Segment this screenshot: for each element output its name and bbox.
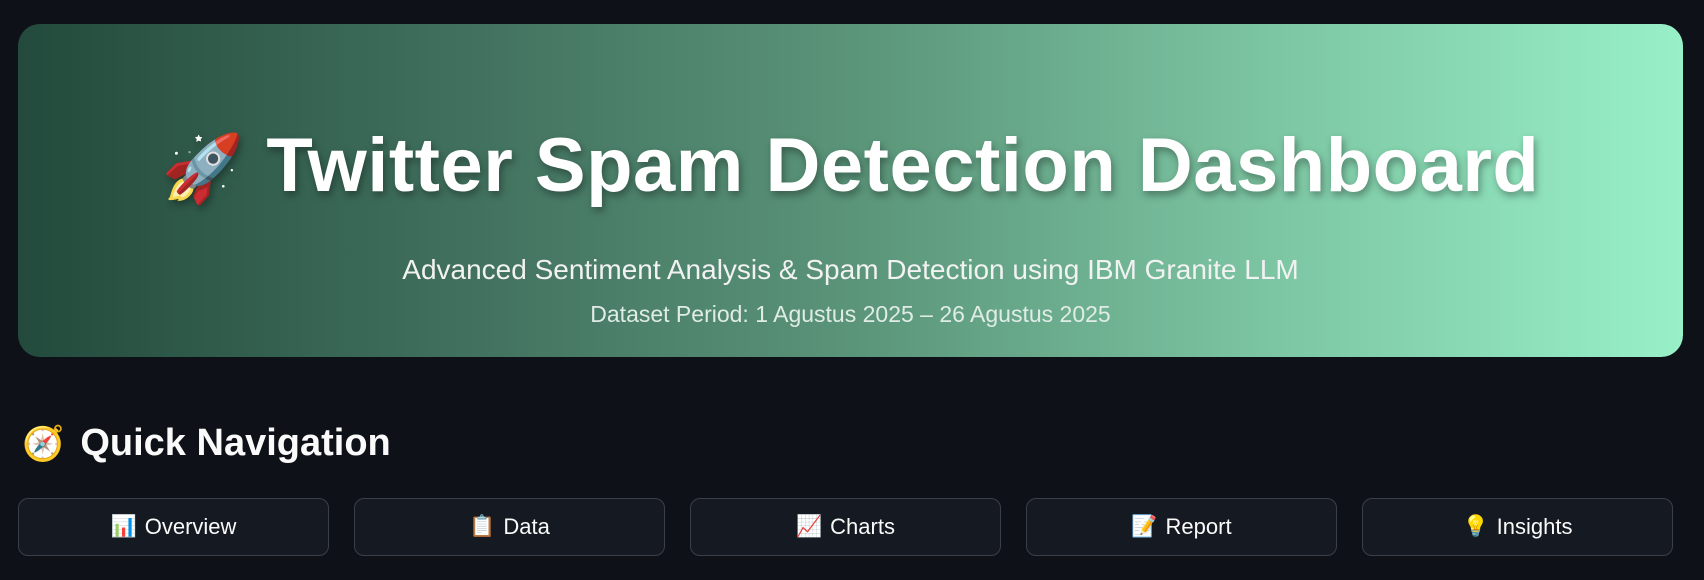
page-title: 🚀 Twitter Spam Detection Dashboard <box>18 122 1683 209</box>
report-button[interactable]: 📝 Report <box>1026 498 1337 556</box>
dataset-period: Dataset Period: 1 Agustus 2025 – 26 Agus… <box>590 301 1111 327</box>
header-banner: 🚀 Twitter Spam Detection Dashboard Advanc… <box>18 24 1683 357</box>
button-label: Insights <box>1496 514 1573 539</box>
button-label: Report <box>1165 514 1232 539</box>
memo-icon: 📝 <box>1131 515 1158 538</box>
button-label: Overview <box>144 514 237 539</box>
data-button[interactable]: 📋 Data <box>354 498 665 556</box>
quick-navigation-heading: 🧭 Quick Navigation <box>22 422 391 465</box>
clipboard-icon: 📋 <box>469 515 496 538</box>
quick-navigation: 📊 Overview 📋 Data 📈 Charts 📝 Report 💡 Insight… <box>18 498 1673 556</box>
heading-text: Quick Navigation <box>80 422 391 464</box>
bar-chart-icon: 📊 <box>110 515 137 538</box>
line-chart-icon: 📈 <box>796 515 823 538</box>
rocket-icon: 🚀 <box>161 131 245 205</box>
button-label: Charts <box>830 514 895 539</box>
overview-button[interactable]: 📊 Overview <box>18 498 329 556</box>
insights-button[interactable]: 💡 Insights <box>1362 498 1673 556</box>
compass-icon: 🧭 <box>22 424 65 463</box>
lightbulb-icon: 💡 <box>1462 515 1489 538</box>
title-text: Twitter Spam Detection Dashboard <box>266 123 1540 208</box>
subtitle: Advanced Sentiment Analysis & Spam Detec… <box>402 254 1299 285</box>
button-label: Data <box>503 514 550 539</box>
charts-button[interactable]: 📈 Charts <box>690 498 1001 556</box>
